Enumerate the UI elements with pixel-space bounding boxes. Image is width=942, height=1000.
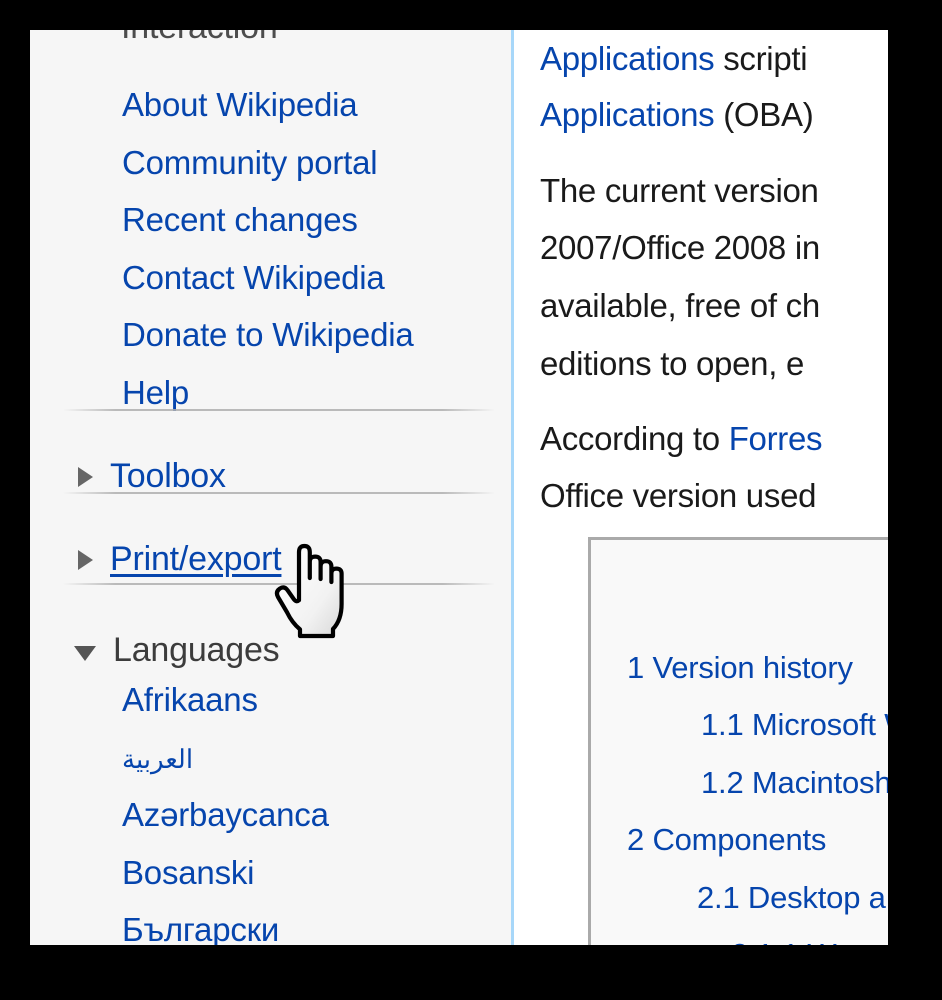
text-according-to: According to: [540, 420, 729, 457]
paragraph-forrester-line-2: Office version used: [540, 477, 817, 514]
paragraph-current-version-line-1: The current version: [540, 172, 819, 209]
screenshot-root: Interaction About Wikipedia Community po…: [0, 0, 942, 1000]
toc-row-1[interactable]: 1 Version history: [627, 650, 853, 686]
paragraph-current-version-line-3: available, free of ch: [540, 287, 820, 324]
link-applications-2[interactable]: Applications: [540, 96, 715, 133]
portal-heading-interaction: Interaction: [121, 30, 278, 47]
sidebar-section-languages[interactable]: Languages: [74, 631, 280, 670]
sidebar-section-print-export-label[interactable]: Print/export: [110, 540, 282, 579]
toc-row-1-2[interactable]: 1.2 Macintosh: [701, 765, 888, 801]
sidebar-language-bosanski[interactable]: Bosanski: [122, 854, 255, 892]
table-of-contents: 1 Version history 1.1 Microsoft W 1.2 Ma…: [588, 537, 888, 945]
sidebar-item-recent-changes[interactable]: Recent changes: [122, 201, 358, 239]
sidebar-section-toolbox-label[interactable]: Toolbox: [110, 457, 226, 496]
wikipedia-sidebar: Interaction About Wikipedia Community po…: [30, 30, 511, 945]
text-oba: (OBA): [714, 96, 814, 133]
toc-row-2-1-1[interactable]: 2.1.1 Wor: [731, 937, 863, 945]
chevron-down-icon: [74, 645, 96, 661]
sidebar-item-donate-to-wikipedia[interactable]: Donate to Wikipedia: [122, 316, 414, 354]
link-applications-1[interactable]: Applications: [540, 40, 715, 77]
sidebar-separator-3: [63, 583, 495, 585]
sidebar-separator-2: [63, 492, 495, 494]
sidebar-section-languages-label: Languages: [113, 631, 280, 669]
paragraph-forrester-line-1: According to Forres: [540, 420, 823, 458]
sidebar-item-contact-wikipedia[interactable]: Contact Wikipedia: [122, 259, 385, 297]
paragraph-current-version-line-4: editions to open, e: [540, 345, 805, 382]
paragraph-oba-line-2: Applications (OBA): [540, 96, 814, 134]
sidebar-item-community-portal[interactable]: Community portal: [122, 144, 378, 182]
sidebar-section-toolbox[interactable]: Toolbox: [78, 457, 226, 496]
toc-row-2-1[interactable]: 2.1 Desktop a: [697, 880, 886, 916]
toc-row-1-1[interactable]: 1.1 Microsoft W: [701, 707, 888, 743]
sidebar-language-afrikaans[interactable]: Afrikaans: [122, 681, 258, 719]
sidebar-separator-1: [63, 409, 495, 411]
sidebar-language-bulgarian[interactable]: Български: [122, 911, 279, 945]
text-scripting: scripti: [714, 40, 808, 77]
paragraph-oba-line-1: Applications scripti: [540, 40, 808, 78]
browser-viewport: Interaction About Wikipedia Community po…: [30, 30, 888, 945]
sidebar-item-help[interactable]: Help: [122, 374, 189, 412]
chevron-right-icon: [78, 549, 93, 570]
paragraph-current-version-line-2: 2007/Office 2008 in: [540, 229, 820, 266]
sidebar-item-about-wikipedia[interactable]: About Wikipedia: [122, 86, 358, 124]
link-forrester[interactable]: Forres: [729, 420, 823, 457]
toc-row-2[interactable]: 2 Components: [627, 822, 826, 858]
sidebar-language-arabic[interactable]: العربية: [122, 744, 193, 775]
chevron-right-icon: [78, 466, 93, 487]
sidebar-language-azerbaijani[interactable]: Azərbaycanca: [122, 796, 329, 834]
article-content: Applications scripti Applications (OBA) …: [514, 30, 888, 945]
sidebar-section-print-export[interactable]: Print/export: [78, 540, 282, 579]
